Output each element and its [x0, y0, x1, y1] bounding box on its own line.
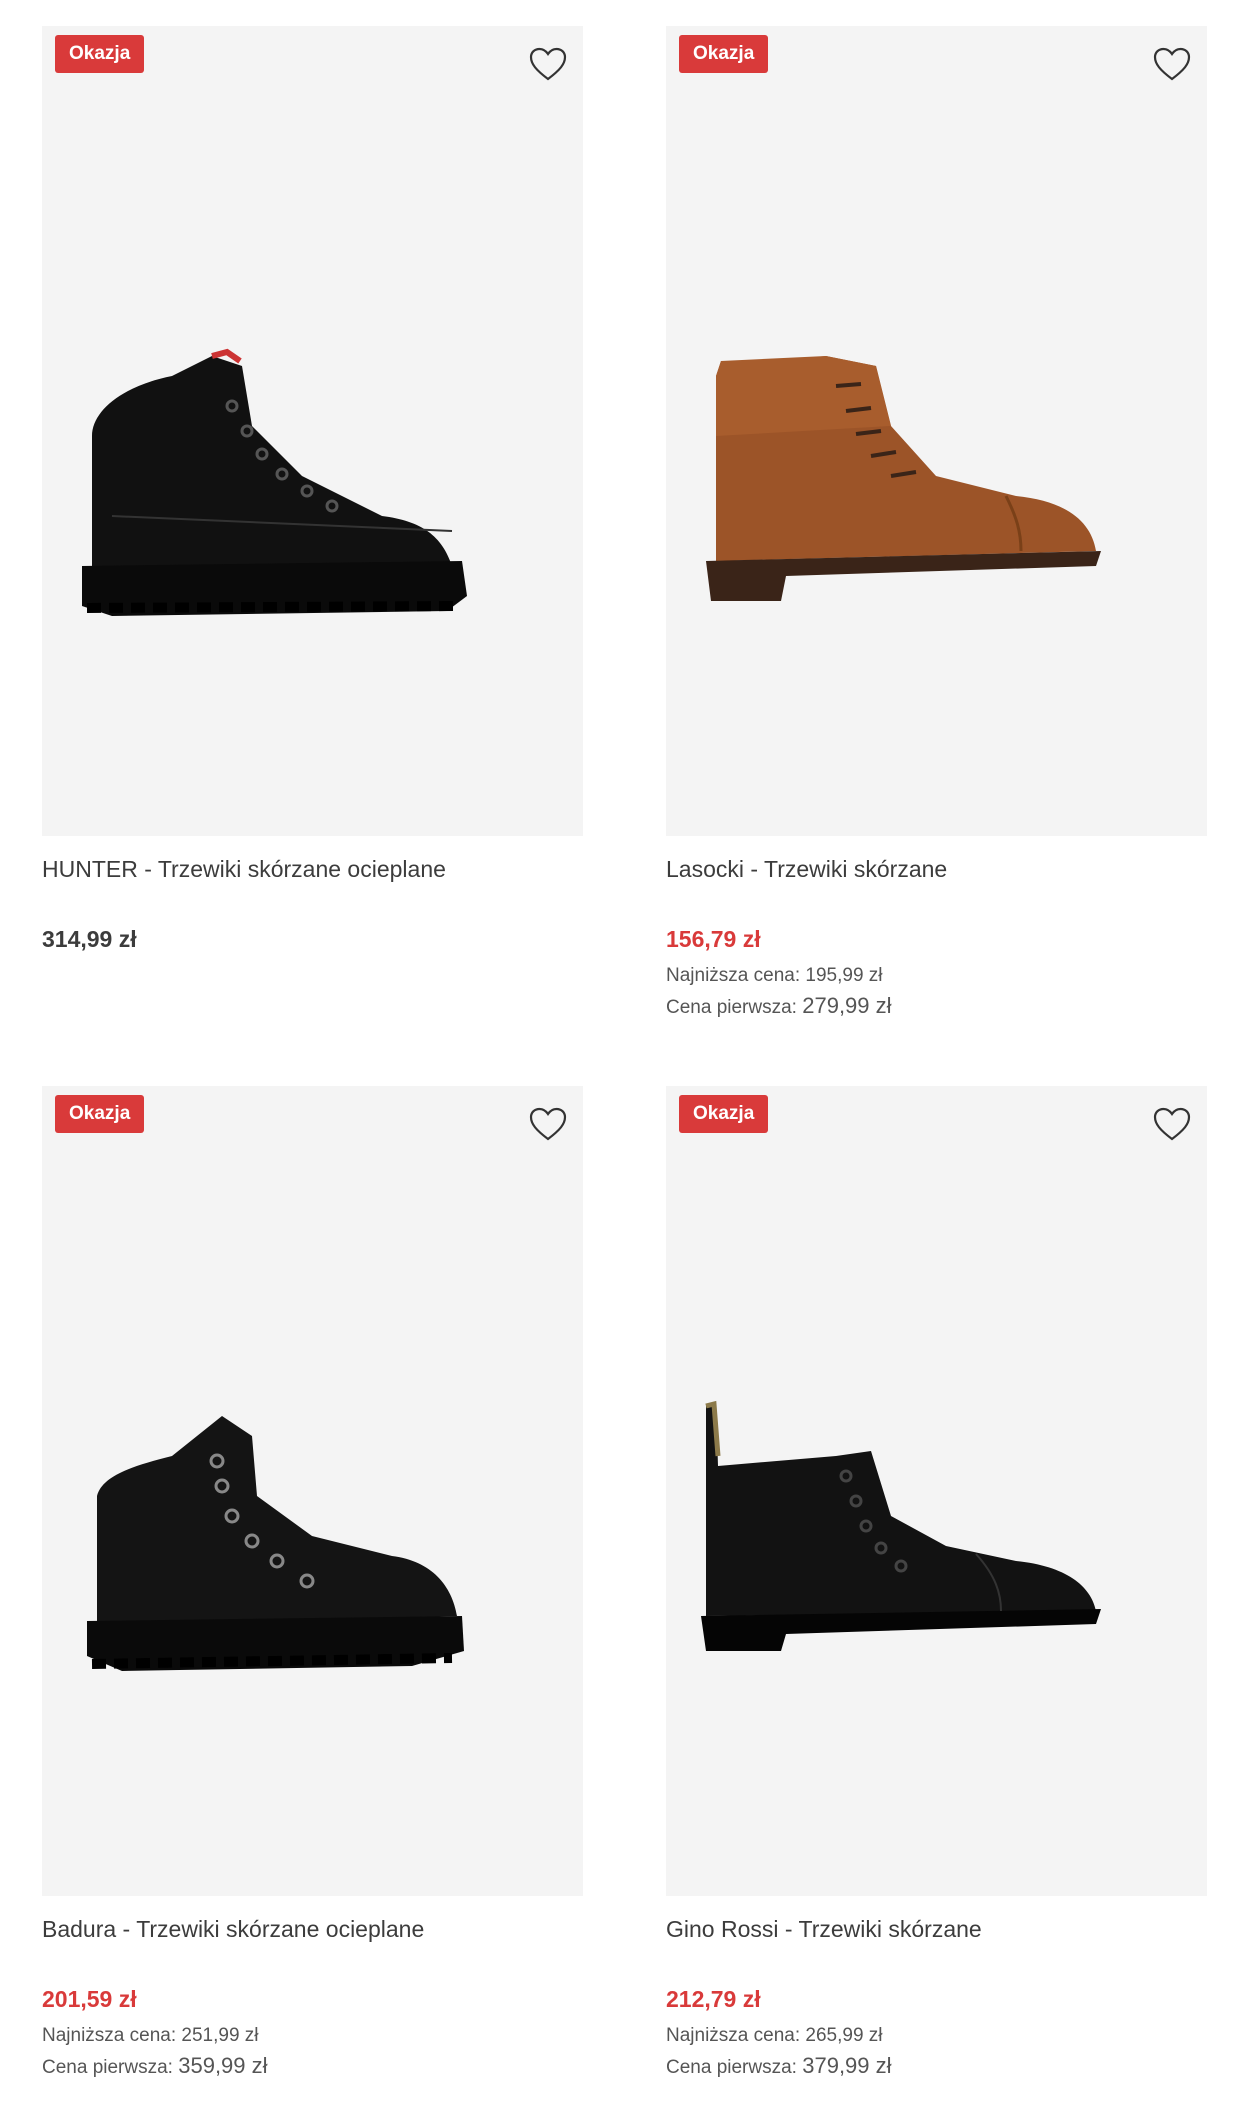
first-price-value: 379,99 zł	[802, 2053, 892, 2078]
first-price: Cena pierwsza: 379,99 zł	[666, 2052, 1207, 2082]
product-card: Okazja Lasocki - Trzewiki skórzane 156,7	[666, 26, 1207, 1022]
deal-badge: Okazja	[679, 1095, 769, 1133]
product-title[interactable]: Badura - Trzewiki skórzane ocieplane	[42, 1914, 583, 1944]
boot-image	[676, 316, 1196, 656]
first-price-label: Cena pierwsza:	[666, 2057, 797, 2078]
lowest-price: Najniższa cena: 265,99 zł	[666, 2022, 1207, 2050]
product-image[interactable]: Okazja	[42, 1086, 583, 1896]
first-price: Cena pierwsza: 279,99 zł	[666, 992, 1207, 1022]
product-title[interactable]: HUNTER - Trzewiki skórzane ocieplane	[42, 854, 583, 884]
boot-image	[676, 1376, 1196, 1716]
heart-icon[interactable]	[1152, 1106, 1192, 1142]
heart-icon[interactable]	[528, 46, 568, 82]
lowest-price: Najniższa cena: 195,99 zł	[666, 962, 1207, 990]
product-title[interactable]: Gino Rossi - Trzewiki skórzane	[666, 1914, 1207, 1944]
lowest-price-value: 251,99 zł	[181, 2025, 259, 2046]
lowest-price: Najniższa cena: 251,99 zł	[42, 2022, 583, 2050]
heart-icon[interactable]	[1152, 46, 1192, 82]
lowest-price-value: 195,99 zł	[805, 965, 883, 986]
product-price: 201,59 zł	[42, 1986, 137, 2012]
first-price-label: Cena pierwsza:	[42, 2057, 173, 2078]
deal-badge: Okazja	[55, 35, 145, 73]
product-title[interactable]: Lasocki - Trzewiki skórzane	[666, 854, 1207, 884]
first-price-label: Cena pierwsza:	[666, 997, 797, 1018]
deal-badge: Okazja	[55, 1095, 145, 1133]
lowest-price-label: Najniższa cena:	[666, 965, 801, 986]
product-grid: Okazja HUNTER - Trzewiki skórzane ociepl…	[0, 0, 1250, 2123]
lowest-price-value: 265,99 zł	[805, 2025, 883, 2046]
first-price-value: 279,99 zł	[802, 993, 892, 1018]
product-card: Okazja Badura - Trzewiki skórzane ociepl…	[42, 1086, 583, 2082]
product-price: 314,99 zł	[42, 926, 137, 952]
product-card: Okazja Gino Rossi - Trzewiki skórzane 21	[666, 1086, 1207, 2082]
boot-image	[52, 316, 572, 656]
first-price-value: 359,99 zł	[178, 2053, 268, 2078]
product-image[interactable]: Okazja	[42, 26, 583, 836]
product-card: Okazja HUNTER - Trzewiki skórzane ociepl…	[42, 26, 583, 954]
first-price: Cena pierwsza: 359,99 zł	[42, 2052, 583, 2082]
product-price: 212,79 zł	[666, 1986, 761, 2012]
heart-icon[interactable]	[528, 1106, 568, 1142]
deal-badge: Okazja	[679, 35, 769, 73]
lowest-price-label: Najniższa cena:	[42, 2025, 177, 2046]
boot-image	[52, 1376, 572, 1716]
lowest-price-label: Najniższa cena:	[666, 2025, 801, 2046]
product-image[interactable]: Okazja	[666, 1086, 1207, 1896]
product-image[interactable]: Okazja	[666, 26, 1207, 836]
product-price: 156,79 zł	[666, 926, 761, 952]
